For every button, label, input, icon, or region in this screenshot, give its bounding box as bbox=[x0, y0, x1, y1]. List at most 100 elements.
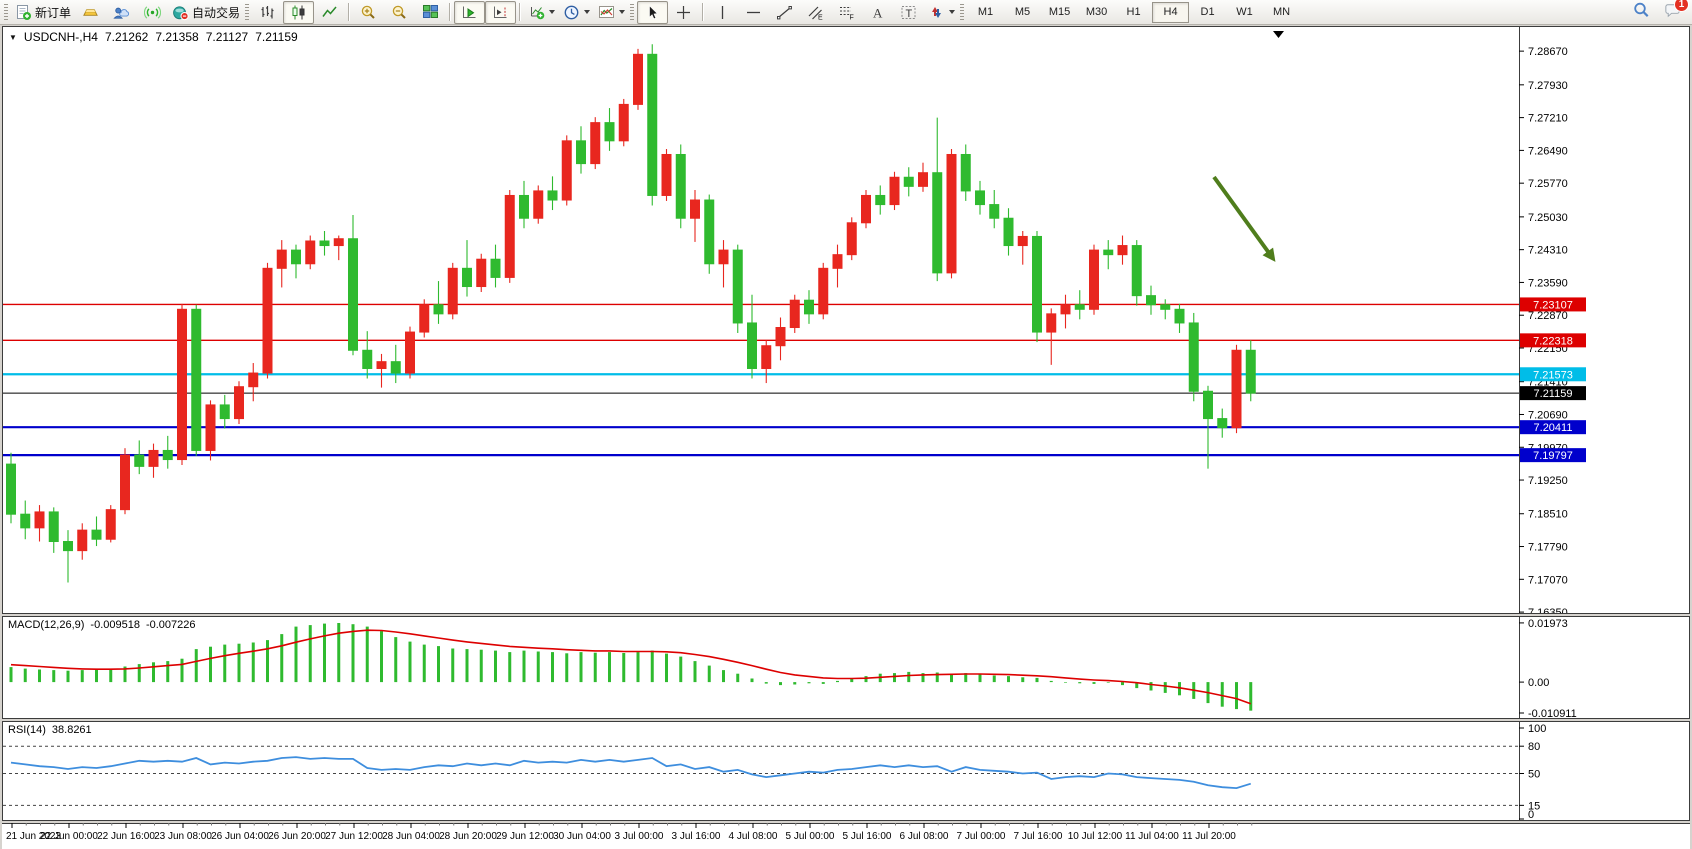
svg-text:7.17790: 7.17790 bbox=[1528, 542, 1568, 554]
signals-button[interactable] bbox=[137, 1, 168, 24]
macd-signal-value: -0.007226 bbox=[146, 619, 196, 631]
text-button[interactable]: A bbox=[862, 1, 893, 24]
toolbar-grip bbox=[4, 4, 8, 20]
svg-text:7.25770: 7.25770 bbox=[1528, 178, 1568, 190]
candle bbox=[363, 350, 372, 368]
toolbar-grip bbox=[630, 4, 634, 20]
candle bbox=[135, 455, 144, 466]
time-axis-label: 22 Jun 00:00 bbox=[40, 831, 98, 842]
svg-text:100: 100 bbox=[1528, 723, 1546, 735]
candle bbox=[862, 195, 871, 222]
collapse-icon[interactable]: ▼ bbox=[9, 33, 17, 42]
time-axis-label: 22 Jun 16:00 bbox=[97, 831, 155, 842]
candlestick-chart[interactable]: 7.286707.279307.272107.264907.257707.250… bbox=[3, 27, 1689, 613]
rsi-line bbox=[11, 757, 1251, 788]
candle bbox=[1090, 250, 1099, 309]
candle bbox=[748, 323, 757, 369]
time-axis-label: 10 Jul 12:00 bbox=[1068, 831, 1123, 842]
timeframe-m30[interactable]: M30 bbox=[1078, 2, 1115, 23]
rsi-label: RSI(14) 38.8261 bbox=[8, 724, 92, 736]
trendline-icon bbox=[776, 4, 793, 21]
equidistant-channel-button[interactable]: E bbox=[800, 1, 831, 24]
auto-scroll-button[interactable] bbox=[454, 1, 485, 24]
new-chart-button[interactable] bbox=[524, 1, 559, 24]
timeframe-m5[interactable]: M5 bbox=[1004, 2, 1041, 23]
candle bbox=[1075, 305, 1084, 310]
candle bbox=[933, 173, 942, 273]
search-button[interactable] bbox=[1632, 1, 1651, 24]
templates-button[interactable] bbox=[594, 1, 629, 24]
crosshair-button[interactable] bbox=[668, 1, 699, 24]
new-order-button[interactable]: 新订单 bbox=[11, 1, 75, 24]
candle bbox=[235, 387, 244, 419]
candle bbox=[263, 268, 272, 373]
timeframe-h4[interactable]: H4 bbox=[1152, 2, 1189, 23]
timeframe-d1[interactable]: D1 bbox=[1189, 2, 1226, 23]
cursor-button[interactable] bbox=[637, 1, 668, 24]
toolbar-separator bbox=[702, 3, 704, 21]
timeframe-mn[interactable]: MN bbox=[1263, 2, 1300, 23]
svg-text:0: 0 bbox=[1528, 809, 1534, 820]
rsi-chart[interactable]: 1008050150 bbox=[3, 722, 1689, 820]
macd-chart[interactable]: 0.019730.00-0.010911 bbox=[3, 617, 1689, 718]
macd-panel[interactable]: MACD(12,26,9) -0.009518 -0.007226 0.0197… bbox=[2, 616, 1690, 719]
candle bbox=[277, 250, 286, 268]
candle bbox=[220, 405, 229, 419]
rsi-panel[interactable]: RSI(14) 38.8261 1008050150 bbox=[2, 721, 1690, 821]
fibonacci-button[interactable]: F bbox=[831, 1, 862, 24]
svg-text:7.22318: 7.22318 bbox=[1533, 335, 1573, 347]
tile-windows-button[interactable] bbox=[415, 1, 446, 24]
text-label-button[interactable]: T bbox=[893, 1, 924, 24]
svg-text:7.20411: 7.20411 bbox=[1534, 422, 1573, 434]
candle bbox=[733, 250, 742, 323]
zoom-in-button[interactable] bbox=[353, 1, 384, 24]
autotrading-icon bbox=[172, 4, 189, 21]
candle bbox=[605, 123, 614, 141]
autotrading-button[interactable]: 自动交易 bbox=[168, 1, 244, 24]
svg-text:E: E bbox=[818, 14, 823, 21]
data-history-button[interactable] bbox=[106, 1, 137, 24]
auto-scroll-icon bbox=[461, 4, 478, 21]
candle bbox=[876, 195, 885, 204]
bar-chart-mode-button[interactable] bbox=[252, 1, 283, 24]
timeframe-h1[interactable]: H1 bbox=[1115, 2, 1152, 23]
time-axis[interactable]: 21 Jun 202322 Jun 00:0022 Jun 16:0023 Ju… bbox=[2, 823, 1690, 849]
time-axis-label: 6 Jul 08:00 bbox=[900, 831, 949, 842]
cloud-user-icon bbox=[113, 4, 130, 21]
candle bbox=[990, 205, 999, 219]
svg-text:A: A bbox=[873, 5, 883, 20]
time-axis-label: 4 Jul 08:00 bbox=[729, 831, 778, 842]
toolbar-grip bbox=[245, 4, 249, 20]
price-axis[interactable]: 7.286707.279307.272107.264907.257707.250… bbox=[1519, 46, 1568, 613]
toolbar-separator bbox=[449, 3, 451, 21]
candlestick-mode-button[interactable] bbox=[283, 1, 314, 24]
trendline-button[interactable] bbox=[769, 1, 800, 24]
horizontal-line-button[interactable] bbox=[738, 1, 769, 24]
time-axis-label: 5 Jul 16:00 bbox=[843, 831, 892, 842]
notifications-button[interactable]: 1 bbox=[1663, 1, 1682, 24]
main-chart-panel[interactable]: ▼ USDCNH-,H4 7.21262 7.21358 7.21127 7.2… bbox=[2, 26, 1690, 614]
chart-shift-icon bbox=[492, 4, 509, 21]
time-axis-label: 3 Jul 16:00 bbox=[672, 831, 721, 842]
chart-shift-button[interactable] bbox=[485, 1, 516, 24]
periods-button[interactable] bbox=[559, 1, 594, 24]
arrows-icon bbox=[928, 4, 945, 21]
candle bbox=[819, 268, 828, 314]
price-close: 7.21159 bbox=[255, 30, 298, 44]
svg-text:7.16350: 7.16350 bbox=[1528, 607, 1568, 613]
sell-arrow-annotation[interactable] bbox=[1214, 177, 1275, 262]
svg-text:0.01973: 0.01973 bbox=[1528, 618, 1568, 630]
candle bbox=[334, 239, 343, 246]
chart-profile-button[interactable] bbox=[75, 1, 106, 24]
price-high: 7.21358 bbox=[155, 30, 198, 44]
zoom-out-button[interactable] bbox=[384, 1, 415, 24]
timeframe-m15[interactable]: M15 bbox=[1041, 2, 1078, 23]
toolbar: 新订单 自动交易 E FAT M1M5M15M30H1H4D1W1MN 1 bbox=[0, 0, 1692, 25]
vertical-line-button[interactable] bbox=[707, 1, 738, 24]
timeframe-w1[interactable]: W1 bbox=[1226, 2, 1263, 23]
candle bbox=[548, 191, 557, 200]
candle bbox=[947, 154, 956, 272]
line-chart-mode-button[interactable] bbox=[314, 1, 345, 24]
arrows-button[interactable] bbox=[924, 1, 959, 24]
timeframe-m1[interactable]: M1 bbox=[967, 2, 1004, 23]
